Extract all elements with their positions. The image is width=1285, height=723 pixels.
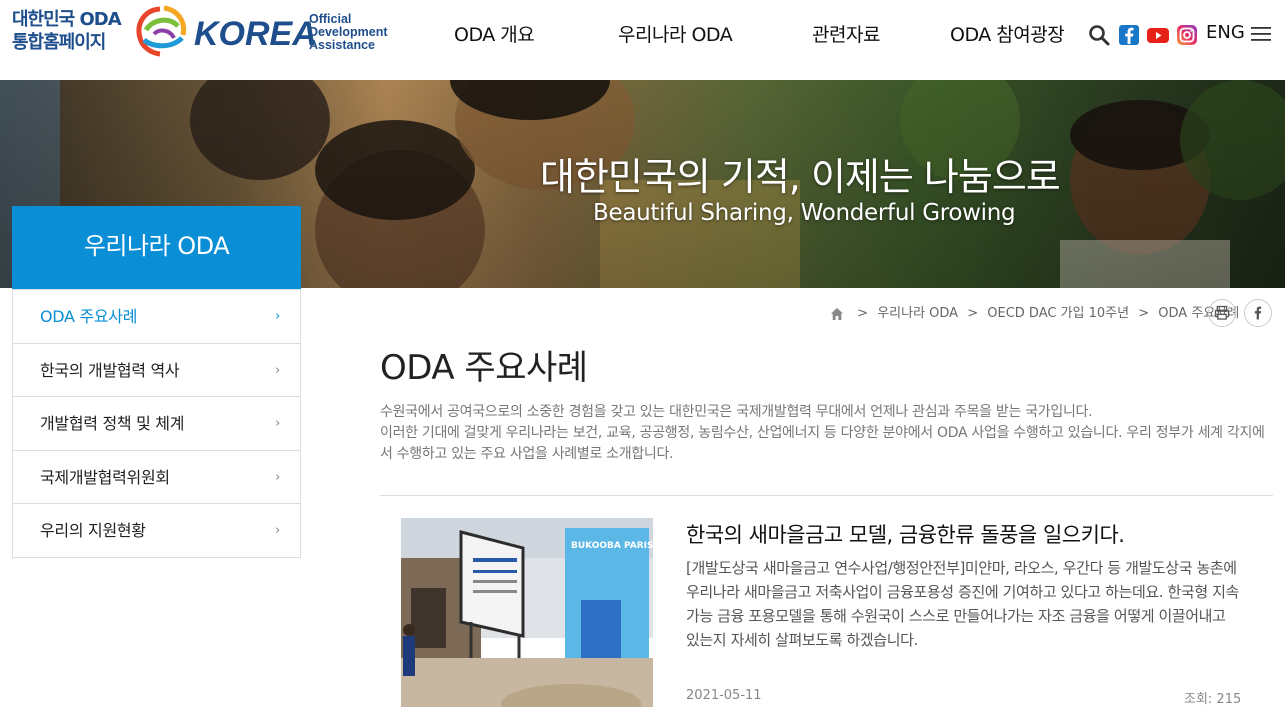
sidebar-item-label: 한국의 개발협력 역사 [40, 360, 180, 380]
breadcrumb: > 우리나라 ODA > OECD DAC 가입 10주년 > ODA 주요사례 [830, 304, 1239, 324]
chevron-right-icon: › [275, 523, 280, 539]
case-title[interactable]: 한국의 새마을금고 모델, 금융한류 돌풍을 일으키다. [686, 519, 1125, 549]
sidebar-item-oda-cases[interactable]: ODA 주요사례 › [13, 289, 300, 343]
sidebar-menu: ODA 주요사례 › 한국의 개발협력 역사 › 개발협력 정책 및 체계 › … [12, 289, 301, 558]
nav-korea-oda[interactable]: 우리나라 ODA [618, 20, 733, 47]
site-title[interactable]: 대한민국 ODA 통합홈페이지 [12, 8, 132, 54]
search-icon[interactable] [1087, 22, 1111, 48]
korea-oda-logo[interactable]: KOREA Official Development Assistance [134, 4, 389, 58]
logo-tagline-3: Assistance [309, 38, 375, 52]
intro-line: 이러한 기대에 걸맞게 우리나라는 보건, 교육, 공공행정, 농림수산, 산업… [380, 425, 1265, 462]
case-photo: BUKOOBA PARISH MG [401, 518, 653, 707]
hamburger-menu-icon[interactable] [1250, 24, 1272, 44]
case-view-count: 조회: 215 [1184, 692, 1242, 707]
sidebar-heading: 우리나라 ODA [12, 206, 301, 289]
breadcrumb-item[interactable]: 우리나라 ODA [877, 306, 958, 321]
logo-wordmark: KOREA [194, 15, 317, 53]
english-link[interactable]: ENG [1206, 22, 1245, 43]
case-date: 2021-05-11 [686, 688, 762, 703]
breadcrumb-separator: > [967, 306, 979, 321]
banner-title: 대한민국의 기적, 이제는 나눔으로 [540, 155, 1061, 199]
sidebar-item-label: 우리의 지원현황 [40, 521, 146, 541]
instagram-icon[interactable] [1175, 22, 1199, 48]
sidebar-item-support-status[interactable]: 우리의 지원현황 › [13, 503, 300, 557]
facebook-share-button[interactable] [1244, 299, 1272, 327]
facebook-icon[interactable] [1117, 22, 1141, 48]
sidebar-item-committee[interactable]: 국제개발협력위원회 › [13, 449, 300, 504]
sidebar-item-policy[interactable]: 개발협력 정책 및 체계 › [13, 396, 300, 450]
print-icon [1214, 305, 1230, 320]
breadcrumb-item[interactable]: OECD DAC 가입 10주년 [987, 306, 1129, 321]
sidebar-item-label: 국제개발협력위원회 [40, 467, 170, 487]
chevron-right-icon: › [275, 416, 280, 432]
sidebar-item-history[interactable]: 한국의 개발협력 역사 › [13, 342, 300, 397]
nav-participation[interactable]: ODA 참여광장 [950, 20, 1065, 47]
photo-sign-text: BUKOOBA PARISH MG [571, 541, 653, 551]
page-intro: 수원국에서 공여국으로의 소중한 경험을 갖고 있는 대한민국은 국제개발협력 … [380, 402, 1270, 465]
nav-resources[interactable]: 관련자료 [812, 20, 880, 47]
logo-tagline-2: Development [309, 25, 388, 39]
divider [380, 495, 1273, 496]
logo-emblem-icon [136, 5, 187, 57]
case-thumbnail[interactable]: BUKOOBA PARISH MG [401, 518, 653, 707]
banner-subtitle: Beautiful Sharing, Wonderful Growing [593, 200, 1016, 226]
print-button[interactable] [1208, 299, 1236, 327]
chevron-right-icon: › [275, 469, 280, 485]
breadcrumb-separator: > [857, 306, 869, 321]
sidebar-item-label: ODA 주요사례 [40, 307, 138, 326]
page-title: ODA 주요사례 [380, 348, 588, 388]
nav-oda-overview[interactable]: ODA 개요 [454, 20, 535, 47]
youtube-icon[interactable] [1146, 22, 1170, 48]
facebook-share-icon [1254, 306, 1262, 320]
chevron-right-icon: › [275, 362, 280, 378]
home-icon[interactable] [830, 307, 844, 321]
logo-tagline-1: Official [309, 12, 351, 26]
sidebar-item-label: 개발협력 정책 및 체계 [40, 414, 185, 434]
case-description: [개발도상국 새마을금고 연수사업/행정안전부]미얀마, 라오스, 우간다 등 … [686, 559, 1239, 649]
chevron-right-icon: › [275, 309, 280, 324]
intro-line: 수원국에서 공여국으로의 소중한 경험을 갖고 있는 대한민국은 국제개발협력 … [380, 404, 1093, 420]
header: 대한민국 ODA 통합홈페이지 KOREA Official Developme… [0, 0, 1285, 80]
breadcrumb-separator: > [1138, 306, 1150, 321]
